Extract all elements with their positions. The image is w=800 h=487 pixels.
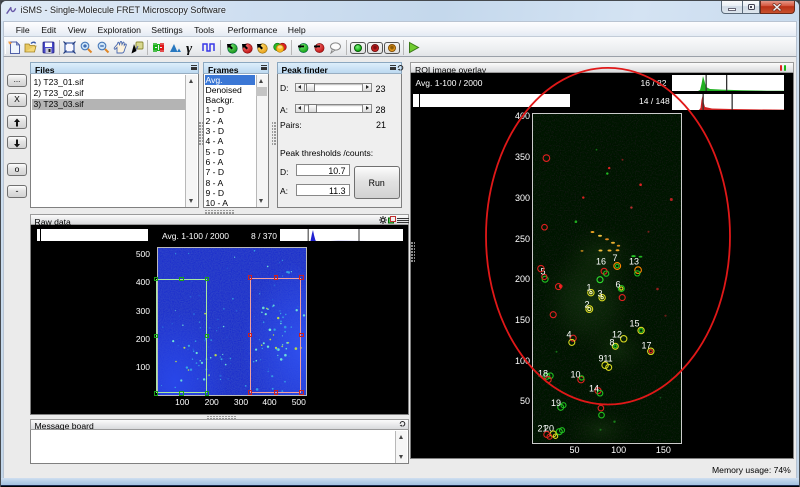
svg-text:γ: γ — [186, 41, 193, 55]
